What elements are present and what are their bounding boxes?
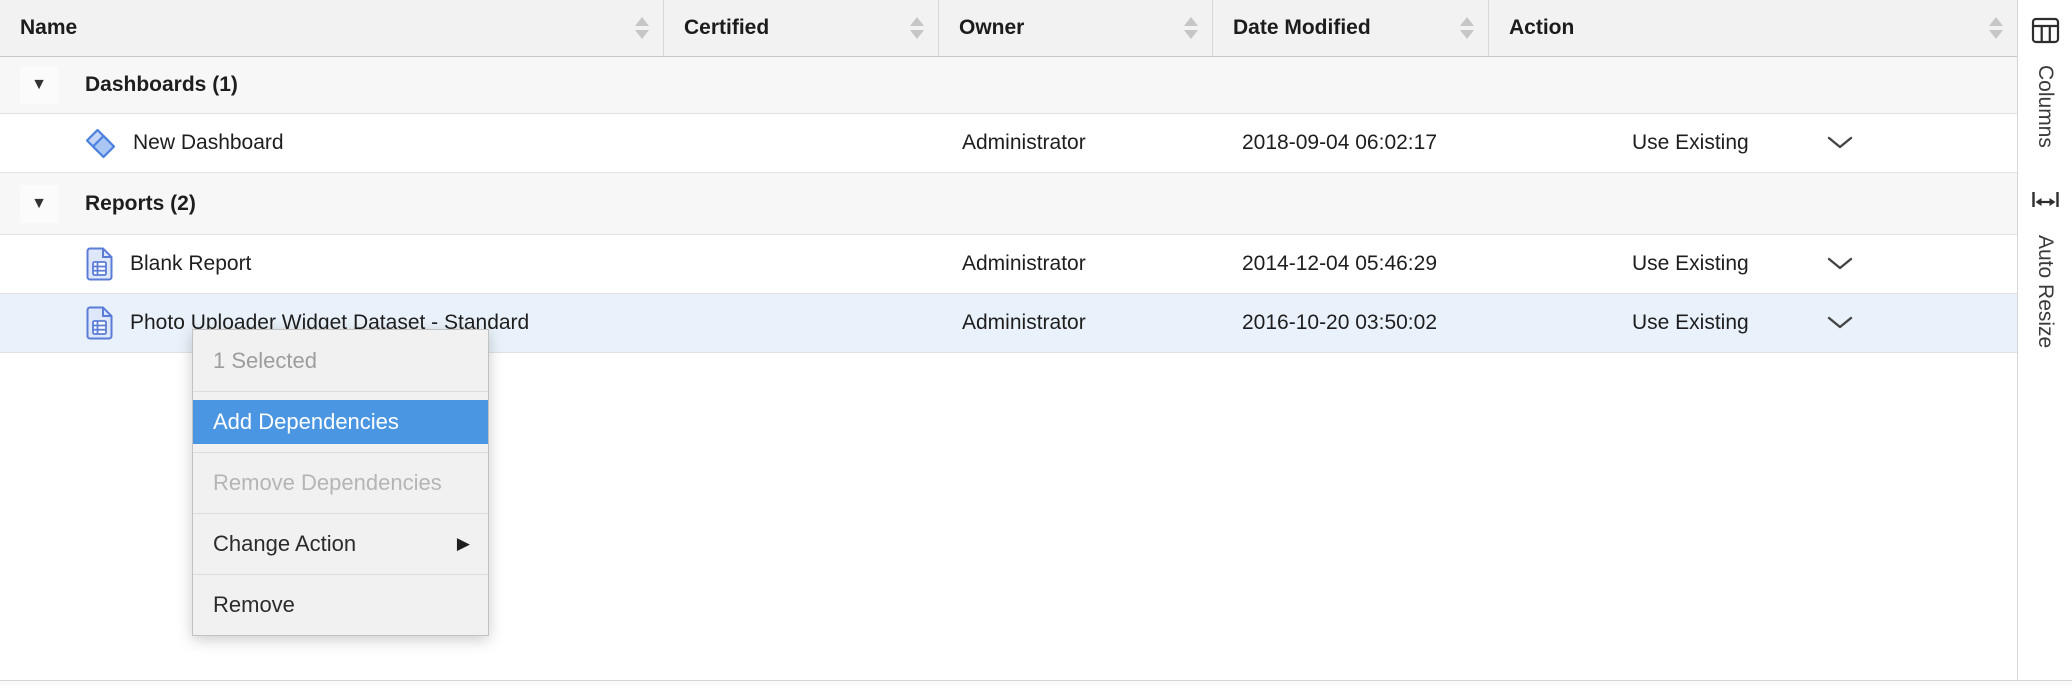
sort-arrows-icon[interactable] bbox=[635, 17, 649, 39]
group-label: Dashboards (1) bbox=[85, 73, 238, 97]
action-dropdown[interactable]: Use Existing bbox=[1488, 235, 2017, 293]
column-header-date-modified[interactable]: Date Modified bbox=[1212, 0, 1488, 56]
sort-arrows-icon[interactable] bbox=[1989, 17, 2003, 39]
object-name: New Dashboard bbox=[133, 131, 284, 155]
column-header-label: Certified bbox=[684, 16, 769, 40]
object-name: Blank Report bbox=[130, 252, 251, 276]
name-cell: New Dashboard bbox=[0, 114, 663, 172]
collapse-caret-button[interactable]: ▼ bbox=[20, 185, 58, 223]
chevron-down-icon[interactable] bbox=[1827, 257, 1853, 271]
owner-cell: Administrator bbox=[938, 114, 1212, 172]
action-dropdown[interactable]: Use Existing bbox=[1488, 114, 2017, 172]
menu-item-add-dependencies[interactable]: Add Dependencies bbox=[193, 391, 488, 452]
column-header-label: Name bbox=[20, 16, 77, 40]
dashboard-icon bbox=[85, 128, 116, 159]
menu-item-change-action[interactable]: Change Action ▶ bbox=[193, 513, 488, 574]
collapse-caret-button[interactable]: ▼ bbox=[20, 66, 58, 104]
sort-arrows-icon[interactable] bbox=[1184, 17, 1198, 39]
columns-icon bbox=[2031, 16, 2060, 50]
chevron-down-icon[interactable] bbox=[1827, 136, 1853, 150]
objects-table: Name Certified Owner Date Modified Actio… bbox=[0, 0, 2017, 353]
column-header-owner[interactable]: Owner bbox=[938, 0, 1212, 56]
columns-button-label: Columns bbox=[2033, 65, 2057, 148]
window-bottom-edge bbox=[0, 680, 2072, 685]
menu-item-remove-dependencies: Remove Dependencies bbox=[193, 452, 488, 513]
column-header-label: Date Modified bbox=[1233, 16, 1371, 40]
date-modified-cell: 2014-12-04 05:46:29 bbox=[1212, 235, 1488, 293]
chevron-down-icon[interactable] bbox=[1827, 316, 1853, 330]
submenu-arrow-icon: ▶ bbox=[457, 534, 470, 554]
group-row-reports[interactable]: ▼ Reports (2) bbox=[0, 173, 2017, 235]
table-header-row: Name Certified Owner Date Modified Actio… bbox=[0, 0, 2017, 57]
right-toolbar: Columns Auto Resize bbox=[2017, 0, 2072, 681]
certified-cell bbox=[663, 235, 938, 293]
auto-resize-icon bbox=[2030, 190, 2061, 220]
table-row[interactable]: New Dashboard Administrator 2018-09-04 0… bbox=[0, 114, 2017, 173]
group-row-dashboards[interactable]: ▼ Dashboards (1) bbox=[0, 57, 2017, 114]
import-objects-table-view: Name Certified Owner Date Modified Actio… bbox=[0, 0, 2072, 685]
column-header-label: Owner bbox=[959, 16, 1024, 40]
date-modified-cell: 2018-09-04 06:02:17 bbox=[1212, 114, 1488, 172]
certified-cell bbox=[663, 114, 938, 172]
auto-resize-button[interactable]: Auto Resize bbox=[2030, 190, 2061, 348]
action-value: Use Existing bbox=[1632, 311, 1749, 335]
certified-cell bbox=[663, 294, 938, 352]
owner-cell: Administrator bbox=[938, 235, 1212, 293]
action-dropdown[interactable]: Use Existing bbox=[1488, 294, 2017, 352]
report-icon bbox=[85, 306, 113, 340]
group-label: Reports (2) bbox=[85, 192, 196, 216]
action-value: Use Existing bbox=[1632, 252, 1749, 276]
action-value: Use Existing bbox=[1632, 131, 1749, 155]
name-cell: Blank Report bbox=[0, 235, 663, 293]
table-row[interactable]: Blank Report Administrator 2014-12-04 05… bbox=[0, 235, 2017, 294]
date-modified-cell: 2016-10-20 03:50:02 bbox=[1212, 294, 1488, 352]
auto-resize-button-label: Auto Resize bbox=[2033, 235, 2057, 348]
column-header-name[interactable]: Name bbox=[0, 0, 663, 56]
report-icon bbox=[85, 247, 113, 281]
owner-cell: Administrator bbox=[938, 294, 1212, 352]
sort-arrows-icon[interactable] bbox=[910, 17, 924, 39]
column-header-label: Action bbox=[1509, 16, 1574, 40]
context-menu: 1 Selected Add Dependencies Remove Depen… bbox=[192, 329, 489, 636]
column-header-action[interactable]: Action bbox=[1488, 0, 2017, 56]
columns-button[interactable]: Columns bbox=[2031, 16, 2060, 148]
menu-item-remove[interactable]: Remove bbox=[193, 574, 488, 635]
column-header-certified[interactable]: Certified bbox=[663, 0, 938, 56]
sort-arrows-icon[interactable] bbox=[1460, 17, 1474, 39]
caret-down-icon: ▼ bbox=[31, 196, 47, 212]
context-menu-selection-count: 1 Selected bbox=[193, 330, 488, 391]
caret-down-icon: ▼ bbox=[31, 77, 47, 93]
